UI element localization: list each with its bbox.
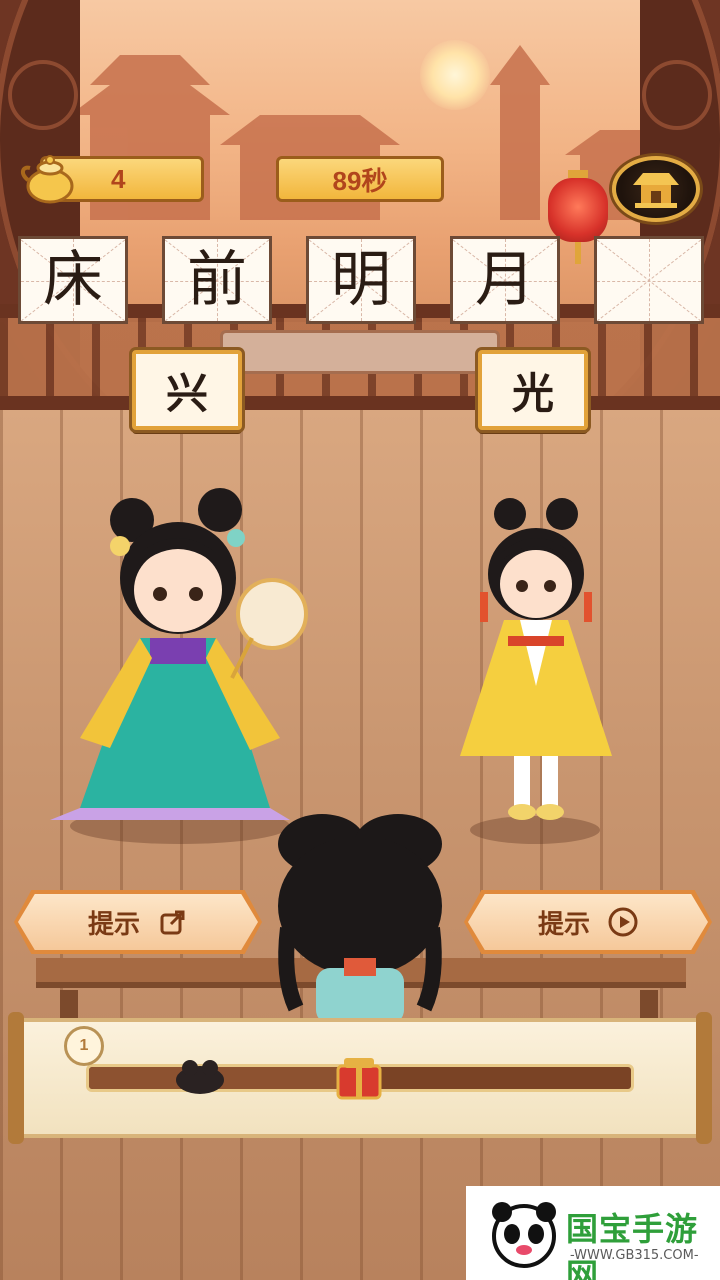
poem-char-cell: 明 (306, 236, 416, 324)
poem-char: 床 (43, 245, 103, 315)
palace-menu-button[interactable] (612, 156, 700, 222)
poem-char: 明 (331, 245, 391, 315)
poem-line: 床 前 明 月 (18, 236, 704, 324)
player-character-back (278, 814, 442, 1024)
hint-share-button[interactable]: 提示 (18, 894, 258, 950)
option-tile-right[interactable]: 光 (478, 350, 588, 430)
countdown-timer: 89秒 (276, 156, 444, 202)
level-value: 4 (111, 163, 126, 194)
player-progress-marker (176, 1060, 224, 1094)
poem-char: 前 (187, 245, 247, 315)
site-watermark: 国宝手游网 -WWW.GB315.COM- (466, 1186, 720, 1280)
play-icon (608, 907, 638, 937)
hint-label: 提示 (537, 909, 590, 940)
scroll-rod (8, 1012, 24, 1144)
scroll-rod (696, 1012, 712, 1144)
poem-char-cell: 床 (18, 236, 128, 324)
railing-base (0, 396, 720, 410)
poem-char-cell: 前 (162, 236, 272, 324)
lattice-ornament (8, 60, 78, 130)
reward-chest-icon (336, 1058, 382, 1100)
timer-value: 89秒 (332, 165, 388, 196)
poem-char (597, 239, 701, 321)
girl-character-left[interactable] (40, 488, 320, 828)
empty-answer-slot[interactable] (594, 236, 704, 324)
palace-icon (633, 173, 679, 208)
poem-char: 月 (475, 245, 535, 315)
watermark-title: 国宝手游网 (566, 1210, 699, 1280)
red-lantern (548, 170, 608, 264)
stage-badge: 1 (64, 1026, 104, 1066)
share-icon (158, 907, 188, 937)
hint-label: 提示 (87, 909, 140, 940)
teapot-icon (21, 155, 74, 204)
option-tile-left[interactable]: 兴 (132, 350, 242, 430)
rug (220, 330, 500, 374)
poem-char-cell: 月 (450, 236, 560, 324)
girl-character-right[interactable] (440, 496, 630, 832)
watermark-url: -WWW.GB315.COM- (570, 1248, 699, 1263)
lattice-ornament (642, 60, 712, 130)
panda-logo-icon (492, 1202, 556, 1268)
hint-video-button[interactable]: 提示 (468, 894, 708, 950)
